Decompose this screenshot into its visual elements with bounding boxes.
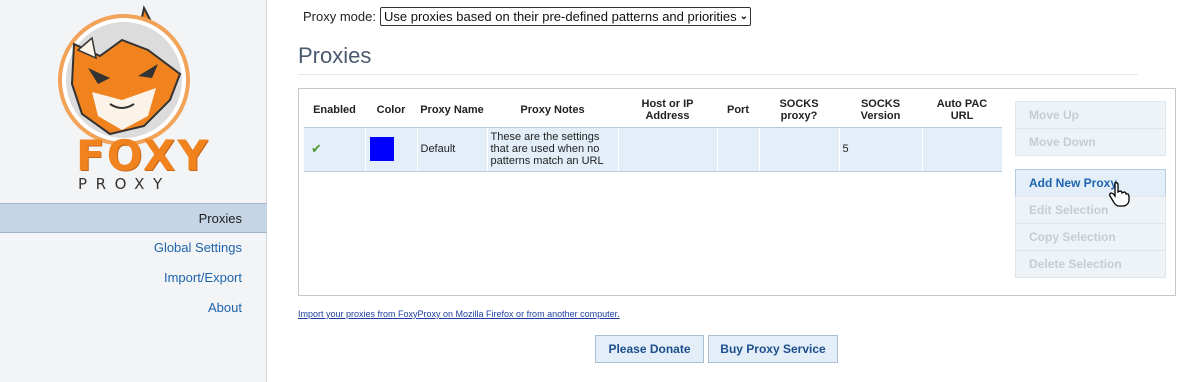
cell-socks-version[interactable]: 5 <box>838 126 922 172</box>
cell-socks[interactable] <box>758 126 839 172</box>
proxy-actions: Move Up Move Down Add New Proxy Edit Sel… <box>1015 101 1166 278</box>
delete-selection-button[interactable]: Delete Selection <box>1015 250 1166 278</box>
copy-selection-button[interactable]: Copy Selection <box>1015 223 1166 251</box>
sidebar-item-proxies[interactable]: Proxies <box>0 203 267 233</box>
proxies-table-container: Enabled Color Proxy Name Proxy Notes Hos… <box>304 93 1002 172</box>
cell-proxy-name[interactable]: Default <box>416 126 487 172</box>
sidebar-nav: Proxies Global Settings Import/Export Ab… <box>0 203 267 323</box>
cell-pac-url[interactable] <box>921 126 1002 172</box>
move-down-button[interactable]: Move Down <box>1015 128 1166 156</box>
hand-cursor-icon <box>1109 182 1130 207</box>
cell-host[interactable] <box>617 126 717 172</box>
donate-button[interactable]: Please Donate <box>595 335 704 363</box>
proxy-mode-label: Proxy mode: <box>303 9 376 24</box>
column-header-color[interactable]: Color <box>365 93 417 127</box>
column-header-port[interactable]: Port <box>717 93 759 127</box>
column-header-proxy-name[interactable]: Proxy Name <box>417 93 487 127</box>
proxies-panel: Enabled Color Proxy Name Proxy Notes Hos… <box>298 88 1176 296</box>
checkmark-icon: ✔ <box>311 140 322 156</box>
cell-port[interactable] <box>716 126 759 172</box>
move-up-button[interactable]: Move Up <box>1015 101 1166 129</box>
column-header-proxy-notes[interactable]: Proxy Notes <box>487 93 618 127</box>
edit-selection-button[interactable]: Edit Selection <box>1015 196 1166 224</box>
title-divider <box>298 74 1138 75</box>
proxies-table: Enabled Color Proxy Name Proxy Notes Hos… <box>304 93 1002 172</box>
proxy-mode-select[interactable]: Use proxies based on their pre-defined p… <box>379 7 752 26</box>
sidebar-item-import-export[interactable]: Import/Export <box>0 263 267 293</box>
add-new-proxy-button[interactable]: Add New Proxy <box>1015 169 1166 197</box>
table-header-row: Enabled Color Proxy Name Proxy Notes Hos… <box>304 93 1002 127</box>
column-header-socks[interactable]: SOCKS proxy? <box>759 93 839 127</box>
cell-enabled[interactable]: ✔ <box>304 126 365 172</box>
buy-proxy-service-button[interactable]: Buy Proxy Service <box>708 335 838 363</box>
logo-wordmark: FOXY <box>76 131 210 180</box>
cell-proxy-notes[interactable]: These are the settings that are used whe… <box>486 126 618 172</box>
column-header-host[interactable]: Host or IP Address <box>618 93 717 127</box>
column-header-socks-version[interactable]: SOCKS Version <box>839 93 922 127</box>
column-header-enabled[interactable]: Enabled <box>304 93 365 127</box>
main-content: Proxy mode: Use proxies based on their p… <box>267 0 1185 382</box>
cell-color[interactable] <box>364 126 417 172</box>
chevron-down-icon: ⌄ <box>739 11 749 22</box>
import-link[interactable]: Import your proxies from FoxyProxy on Mo… <box>298 309 620 319</box>
page-title: Proxies <box>298 43 372 68</box>
color-swatch <box>369 137 394 161</box>
sidebar: FOXY PROXY Proxies Global Settings Impor… <box>0 0 267 382</box>
sidebar-item-about[interactable]: About <box>0 293 267 323</box>
proxy-mode-value: Use proxies based on their pre-defined p… <box>383 9 737 24</box>
table-row[interactable]: ✔ Default These are the settings that ar… <box>304 126 1002 172</box>
column-header-pac-url[interactable]: Auto PAC URL <box>922 93 1002 127</box>
sidebar-item-global-settings[interactable]: Global Settings <box>0 233 267 263</box>
proxy-mode-row: Proxy mode: Use proxies based on their p… <box>303 7 752 26</box>
logo-subtitle: PROXY <box>78 175 171 193</box>
